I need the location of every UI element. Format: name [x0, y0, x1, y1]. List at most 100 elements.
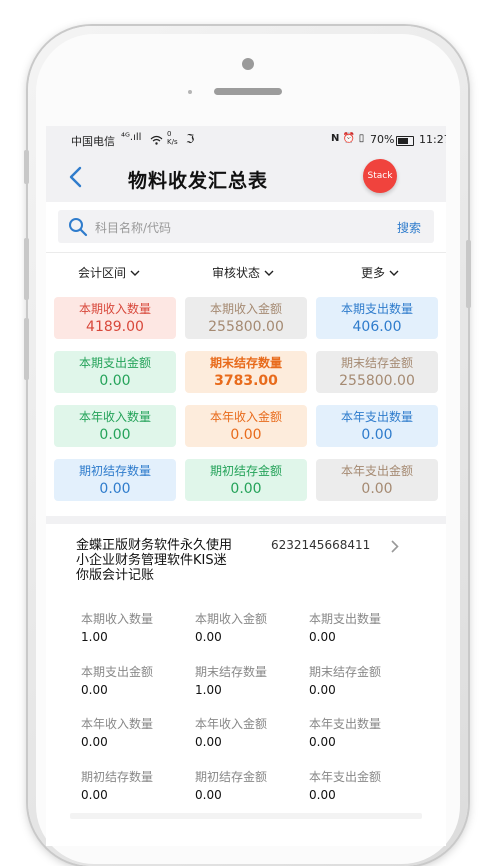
- field-value: 0.00: [309, 683, 336, 697]
- search-input[interactable]: 科目名称/代码 搜索: [58, 210, 434, 243]
- stat-label: 期初结存数量: [78, 464, 151, 478]
- clock: 11:27: [419, 133, 446, 146]
- field-value: 0.00: [195, 788, 222, 802]
- signal-icon: ⁴ᴳ.ıll: [121, 132, 142, 143]
- power-button: [466, 240, 471, 308]
- front-camera: [242, 58, 254, 70]
- filter-bar: 会计区间 审核状态 更多: [46, 252, 446, 292]
- stat-label: 本年收入数量: [78, 410, 151, 424]
- stat-value: 0.00: [99, 427, 131, 443]
- field-label: 本年收入金额: [195, 717, 268, 731]
- field-value: 0.00: [309, 630, 336, 644]
- chevron-down-icon: [130, 270, 140, 276]
- app-screen: 中国电信 ⁴ᴳ.ıll 0 K/s ℑ N ⏰ ▯ 70% 11:27 物料收发…: [46, 126, 446, 846]
- stat-card: 本期收入金额 255800.00: [185, 297, 307, 339]
- stat-label: 本年支出金额: [340, 464, 413, 478]
- filter-label: 审核状态: [212, 266, 261, 280]
- status-icons: N ⏰ ▯: [331, 133, 365, 144]
- stack-button[interactable]: Stack: [363, 159, 397, 193]
- stat-card: 期初结存数量 0.00: [54, 459, 176, 501]
- field-label: 期末结存金额: [309, 665, 382, 679]
- stat-value: 0.00: [99, 373, 131, 389]
- status-bar: 中国电信 ⁴ᴳ.ıll 0 K/s ℑ N ⏰ ▯ 70% 11:27: [46, 126, 446, 154]
- field-label: 本期收入金额: [195, 612, 268, 626]
- stat-card: 本年支出金额 0.00: [316, 459, 438, 501]
- search-section: 科目名称/代码 搜索: [46, 202, 446, 252]
- sensor-dot: [188, 90, 192, 94]
- stat-value: 0.00: [230, 427, 262, 443]
- item-card[interactable]: 金蝶正版财务软件永久使用 小企业财务管理软件KIS迷 你版会计记账 623214…: [46, 524, 446, 846]
- chevron-down-icon: [264, 270, 274, 276]
- field-value: 1.00: [81, 630, 108, 644]
- search-icon: [69, 218, 88, 237]
- field-label: 本期支出金额: [81, 665, 154, 679]
- stat-label: 本年收入金额: [209, 410, 282, 424]
- filter-more[interactable]: 更多: [361, 264, 399, 281]
- item-name-line: 金蝶正版财务软件永久使用: [76, 538, 233, 553]
- field-label: 本期收入数量: [81, 612, 154, 626]
- field-label: 本期支出数量: [309, 612, 382, 626]
- stat-card: 本期支出金额 0.00: [54, 351, 176, 393]
- item-name-line: 小企业财务管理软件KIS迷: [76, 553, 227, 568]
- stat-label: 本期收入金额: [209, 302, 282, 316]
- field-value: 0.00: [81, 735, 108, 749]
- filter-accounting-period[interactable]: 会计区间: [78, 264, 140, 281]
- search-placeholder: 科目名称/代码: [95, 221, 172, 235]
- wifi-icon: [150, 135, 163, 145]
- stat-value: 0.00: [99, 481, 131, 497]
- carrier-label: 中国电信: [71, 135, 115, 148]
- stat-value: 255800.00: [339, 373, 415, 389]
- stat-label: 本年支出数量: [340, 410, 413, 424]
- stat-label: 期初结存金额: [209, 464, 282, 478]
- field-label: 本年收入数量: [81, 717, 154, 731]
- stat-value: 0.00: [361, 427, 393, 443]
- item-name-line: 你版会计记账: [76, 568, 155, 583]
- stat-label: 本期支出数量: [340, 302, 413, 316]
- field-value: 0.00: [309, 735, 336, 749]
- network-speed: 0 K/s: [167, 130, 178, 146]
- field-value: 0.00: [309, 788, 336, 802]
- stat-value: 255800.00: [208, 319, 284, 335]
- chevron-right-icon[interactable]: [391, 540, 399, 553]
- stat-label: 本期支出金额: [78, 356, 151, 370]
- stat-card: 本期收入数量 4189.00: [54, 297, 176, 339]
- battery-percent: 70%: [370, 133, 395, 146]
- field-label: 期初结存金额: [195, 770, 268, 784]
- field-label: 期末结存数量: [195, 665, 268, 679]
- stat-label: 本期收入数量: [78, 302, 151, 316]
- stat-card: 本年收入金额 0.00: [185, 405, 307, 447]
- stat-card: 期末结存数量 3783.00: [185, 351, 307, 393]
- stat-card: 本年收入数量 0.00: [54, 405, 176, 447]
- search-button[interactable]: 搜索: [397, 219, 421, 236]
- chevron-down-icon: [389, 270, 399, 276]
- back-arrow-icon[interactable]: [68, 166, 82, 188]
- filter-label: 会计区间: [78, 266, 127, 280]
- field-value: 0.00: [195, 735, 222, 749]
- stat-label: 期末结存数量: [209, 356, 282, 370]
- field-label: 期初结存数量: [81, 770, 154, 784]
- field-value: 0.00: [195, 630, 222, 644]
- page-title: 物料收发汇总表: [128, 170, 269, 192]
- stat-label: 期末结存金额: [340, 356, 413, 370]
- card-divider: [70, 813, 422, 819]
- volume-up-button: [24, 238, 29, 300]
- header-bar: 物料收发汇总表 Stack: [46, 154, 446, 202]
- stat-card: 期末结存金额 255800.00: [316, 351, 438, 393]
- stat-value: 0.00: [230, 481, 262, 497]
- field-value: 0.00: [81, 788, 108, 802]
- filter-audit-status[interactable]: 审核状态: [212, 264, 274, 281]
- earpiece-speaker: [214, 88, 282, 95]
- stat-card: 期初结存金额 0.00: [185, 459, 307, 501]
- item-code: 6232145668411: [271, 538, 371, 552]
- filter-label: 更多: [361, 266, 386, 280]
- stat-value: 4189.00: [86, 319, 144, 335]
- field-value: 1.00: [195, 683, 222, 697]
- battery-icon: [396, 136, 414, 146]
- stat-value: 406.00: [352, 319, 402, 335]
- stat-value: 3783.00: [214, 373, 278, 389]
- volume-down-button: [24, 318, 29, 380]
- summary-grid: 本期收入数量 4189.00 本期收入金额 255800.00 本期支出数量 406.…: [46, 290, 446, 516]
- sync-icon: ℑ: [186, 132, 195, 146]
- field-value: 0.00: [81, 683, 108, 697]
- stat-card: 本期支出数量 406.00: [316, 297, 438, 339]
